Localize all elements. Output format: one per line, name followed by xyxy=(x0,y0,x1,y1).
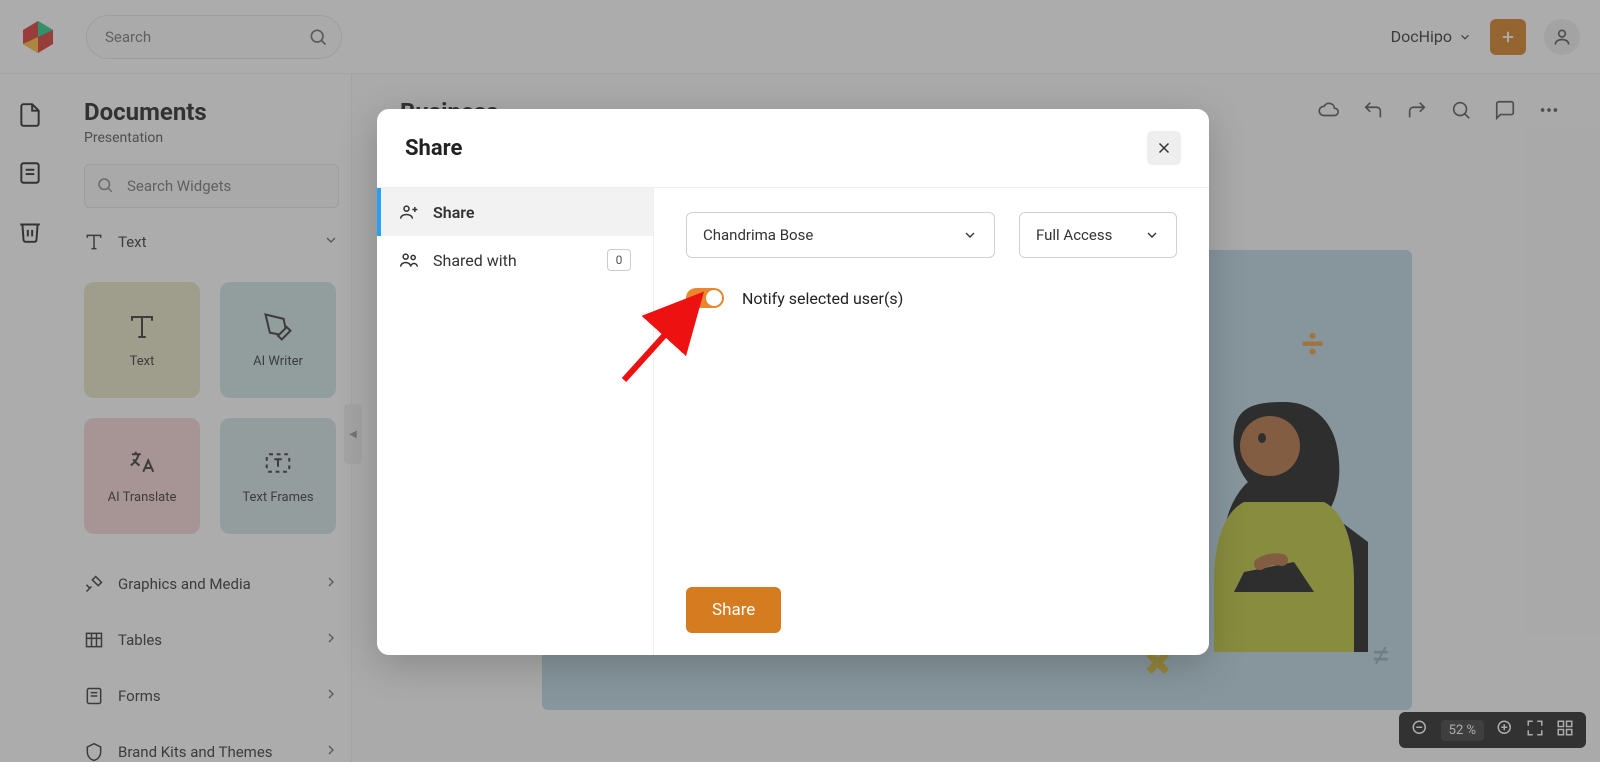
modal-title: Share xyxy=(405,136,462,161)
people-add-icon xyxy=(399,202,419,222)
notify-label: Notify selected user(s) xyxy=(742,289,903,308)
chevron-down-icon xyxy=(962,227,978,243)
people-icon xyxy=(399,250,419,270)
chevron-down-icon xyxy=(1144,227,1160,243)
user-select[interactable]: Chandrima Bose xyxy=(686,212,995,258)
close-icon xyxy=(1155,139,1173,157)
notify-toggle[interactable] xyxy=(686,288,724,308)
nav-shared-with[interactable]: Shared with 0 xyxy=(377,236,653,284)
share-button[interactable]: Share xyxy=(686,587,781,633)
shared-count-badge: 0 xyxy=(607,249,631,271)
access-select[interactable]: Full Access xyxy=(1019,212,1177,258)
nav-share[interactable]: Share xyxy=(377,188,653,236)
share-modal: Share Share Shared with 0 Chandrima Bose xyxy=(377,109,1209,655)
modal-content: Chandrima Bose Full Access Notify select… xyxy=(654,188,1209,655)
modal-nav: Share Shared with 0 xyxy=(377,188,654,655)
close-button[interactable] xyxy=(1147,131,1181,165)
